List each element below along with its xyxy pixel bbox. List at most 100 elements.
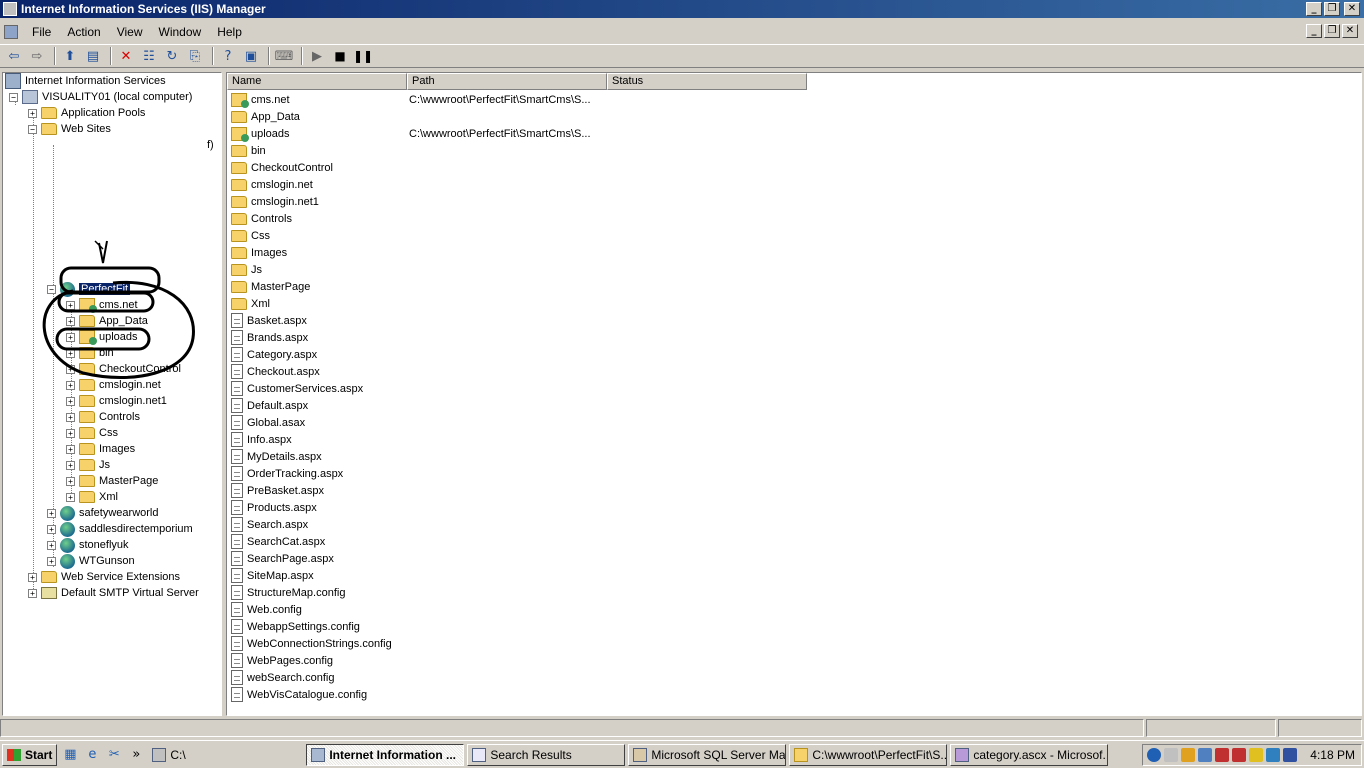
list-item[interactable]: webSearch.config <box>229 669 605 686</box>
iis-app-icon[interactable] <box>3 2 17 16</box>
task-search-results[interactable]: Search Results <box>467 743 626 766</box>
collapse-toggle[interactable]: − <box>28 124 37 134</box>
console-icon[interactable]: ▣ <box>241 46 261 66</box>
list-item[interactable]: MyDetails.aspx <box>229 448 605 465</box>
export-icon[interactable]: ⎘ <box>185 46 205 66</box>
expand-toggle[interactable]: + <box>66 476 75 486</box>
expand-toggle[interactable]: + <box>66 332 75 342</box>
tree-item-child[interactable]: + Js <box>66 457 110 473</box>
stop-icon[interactable]: ■ <box>330 46 350 66</box>
play-icon[interactable]: ▶ <box>307 46 327 66</box>
list-item[interactable]: Global.asax <box>229 414 605 431</box>
list-item[interactable]: WebPages.config <box>229 652 605 669</box>
tree-item-child[interactable]: + cmslogin.net <box>66 377 161 393</box>
list-item[interactable]: MasterPage <box>229 278 605 295</box>
delete-icon[interactable]: ✕ <box>116 46 136 66</box>
tree-item-child[interactable]: + App_Data <box>66 313 148 329</box>
column-header-name[interactable]: Name <box>227 73 407 90</box>
tray-disconnected-icon[interactable] <box>1232 748 1247 762</box>
tray-user-icon[interactable] <box>1198 748 1213 762</box>
mdi-child-icon[interactable] <box>4 25 18 39</box>
list-item[interactable]: Info.aspx <box>229 431 605 448</box>
list-item[interactable]: SiteMap.aspx <box>229 567 605 584</box>
tree-pane[interactable]: Internet Information Services − VISUALIT… <box>2 72 222 716</box>
column-header-path[interactable]: Path <box>407 73 607 90</box>
internet-explorer-icon[interactable]: e <box>83 746 101 764</box>
expand-toggle[interactable]: + <box>66 396 75 406</box>
tools-icon[interactable]: ✂ <box>105 746 123 764</box>
list-item[interactable]: Web.config <box>229 601 605 618</box>
tree-item-child[interactable]: + uploads <box>66 329 138 345</box>
show-desktop-icon[interactable]: ▦ <box>61 746 79 764</box>
tree-item-web-service-extensions[interactable]: + Web Service Extensions <box>28 569 180 585</box>
tree-item-child[interactable]: + bin <box>66 345 114 361</box>
list-item[interactable]: CheckoutControl <box>229 159 605 176</box>
properties-icon[interactable]: ☷ <box>139 46 159 66</box>
tray-shield-icon[interactable] <box>1283 748 1298 762</box>
tree-item-child[interactable]: + cmslogin.net1 <box>66 393 167 409</box>
tree-item-child[interactable]: + Controls <box>66 409 140 425</box>
list-item[interactable]: Js <box>229 261 605 278</box>
expand-toggle[interactable]: + <box>66 492 75 502</box>
expand-toggle[interactable]: + <box>28 108 37 118</box>
task-explorer-folder[interactable]: C:\wwwroot\PerfectFit\S... <box>789 743 948 766</box>
list-item[interactable]: bin <box>229 142 605 159</box>
tree-item-site[interactable]: + WTGunson <box>47 553 135 569</box>
tree-item-child[interactable]: + Css <box>66 425 118 441</box>
list-item[interactable]: Xml <box>229 295 605 312</box>
tray-flash-icon[interactable] <box>1249 748 1264 762</box>
expand-toggle[interactable]: + <box>66 300 75 310</box>
mdi-restore-button[interactable]: ❐ <box>1324 24 1340 38</box>
expand-toggle[interactable]: + <box>66 380 75 390</box>
tree-item-web-sites[interactable]: − Web Sites <box>28 121 111 137</box>
expand-toggle[interactable]: + <box>66 348 75 358</box>
network-icon[interactable] <box>1164 748 1179 762</box>
list-pane[interactable]: Name Path Status cms.net C:\wwwroot\Perfe… <box>226 72 1362 716</box>
tree-item-child[interactable]: + CheckoutControl <box>66 361 181 377</box>
expand-toggle[interactable]: + <box>66 444 75 454</box>
menu-view[interactable]: View <box>109 25 151 39</box>
tray-disconnected-icon[interactable] <box>1215 748 1230 762</box>
list-item[interactable]: Search.aspx <box>229 516 605 533</box>
list-item[interactable]: cms.net C:\wwwroot\PerfectFit\SmartCms\S.… <box>229 91 605 108</box>
list-item[interactable]: Basket.aspx <box>229 312 605 329</box>
tree-item-site[interactable]: + saddlesdirectemporium <box>47 521 193 537</box>
task-sql-server[interactable]: Microsoft SQL Server Ma... <box>628 743 787 766</box>
collapse-toggle[interactable]: − <box>47 284 56 294</box>
menu-action[interactable]: Action <box>59 25 108 39</box>
quicklaunch-more-icon[interactable]: » <box>127 746 145 764</box>
tree-item-site[interactable]: + stoneflyuk <box>47 537 129 553</box>
list-item[interactable]: Checkout.aspx <box>229 363 605 380</box>
computer-icon[interactable]: ⌨ <box>274 46 294 66</box>
list-item[interactable]: CustomerServices.aspx <box>229 380 605 397</box>
menu-window[interactable]: Window <box>151 25 210 39</box>
address-toolbar[interactable]: C:\ <box>148 744 303 766</box>
collapse-toggle[interactable]: − <box>9 92 18 102</box>
clock[interactable]: 4:18 PM <box>1310 748 1355 762</box>
expand-toggle[interactable]: + <box>66 364 75 374</box>
help-icon[interactable] <box>1147 748 1162 762</box>
tree-item-app-pools[interactable]: + Application Pools <box>28 105 145 121</box>
tree-item-perfectfit[interactable]: − PerfectFit <box>47 281 131 297</box>
expand-toggle[interactable]: + <box>28 572 37 582</box>
expand-toggle[interactable]: + <box>66 316 75 326</box>
mdi-close-button[interactable]: ✕ <box>1342 24 1358 38</box>
tree-item-smtp[interactable]: + Default SMTP Virtual Server <box>28 585 199 601</box>
list-item[interactable]: Products.aspx <box>229 499 605 516</box>
list-item[interactable]: WebVisCatalogue.config <box>229 686 605 703</box>
list-item[interactable]: OrderTracking.aspx <box>229 465 605 482</box>
show-tree-icon[interactable]: ▤ <box>83 46 103 66</box>
forward-icon[interactable]: ⇨ <box>27 46 47 66</box>
refresh-icon[interactable]: ↻ <box>162 46 182 66</box>
list-item[interactable]: Brands.aspx <box>229 329 605 346</box>
tray-app-icon[interactable] <box>1181 748 1196 762</box>
tray-app-icon[interactable] <box>1266 748 1281 762</box>
tree-item-child[interactable]: + MasterPage <box>66 473 158 489</box>
expand-toggle[interactable]: + <box>47 508 56 518</box>
list-item[interactable]: PreBasket.aspx <box>229 482 605 499</box>
list-item[interactable]: Category.aspx <box>229 346 605 363</box>
list-item[interactable]: Images <box>229 244 605 261</box>
expand-toggle[interactable]: + <box>47 540 56 550</box>
menu-file[interactable]: File <box>24 25 59 39</box>
back-icon[interactable]: ⇦ <box>4 46 24 66</box>
